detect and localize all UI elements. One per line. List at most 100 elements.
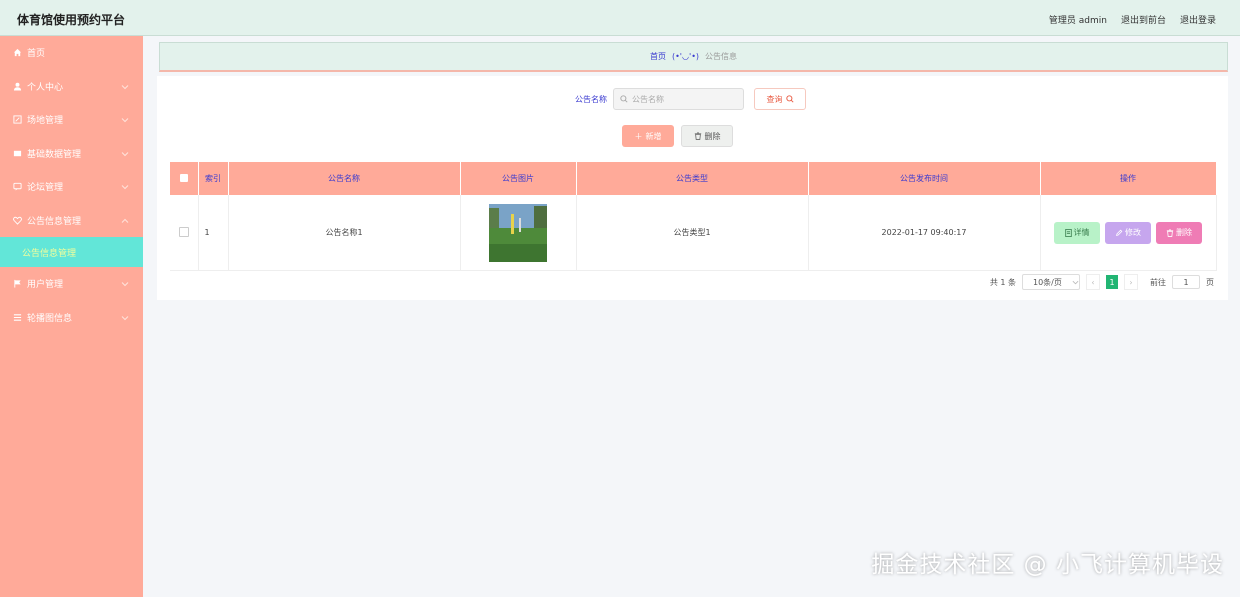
sidebar-item-label: 论坛管理 (27, 183, 64, 194)
batch-delete-label: 删除 (704, 131, 721, 141)
breadcrumb: 首页 (•'◡'•) 公告信息 (159, 42, 1228, 72)
main-content: 公告名称 公告名称 查询 ＋ 新增 删除 索引 公告名称 公告图片 公告类型 公… (157, 76, 1228, 300)
pencil-icon (1116, 229, 1123, 236)
row-actions: 详情 修改 删除 (1040, 195, 1217, 271)
column-header-actions: 操作 (1040, 162, 1217, 195)
trash-icon (694, 132, 701, 140)
trash-icon (1166, 228, 1174, 237)
flag-icon (12, 279, 22, 289)
sidebar-item-label: 个人中心 (27, 82, 64, 93)
list-icon (12, 312, 22, 322)
document-icon (1064, 228, 1072, 237)
sidebar-item-users[interactable]: 用户管理 (0, 267, 143, 301)
sidebar-subitem-notice-manage[interactable]: 公告信息管理 (0, 237, 143, 267)
row-index: 1 (198, 195, 229, 271)
search-placeholder: 公告名称 (632, 94, 664, 104)
breadcrumb-current: 公告信息 (705, 52, 738, 61)
add-button[interactable]: ＋ 新增 (622, 125, 674, 147)
pagination: 共 1 条 10条/页 ‹ 1 › 前往 1 页 (990, 274, 1214, 290)
top-bar: 体育馆使用预约平台 管理员 admin 退出到前台 退出登录 (0, 0, 1240, 36)
user-icon (12, 81, 22, 91)
column-header-name[interactable]: 公告名称 (228, 162, 461, 195)
detail-button[interactable]: 详情 (1054, 221, 1100, 244)
column-header-image[interactable]: 公告图片 (460, 162, 577, 195)
column-header-type[interactable]: 公告类型 (576, 162, 809, 195)
goto-page-input[interactable]: 1 (1172, 275, 1200, 289)
sidebar-item-notice[interactable]: 公告信息管理 (0, 204, 143, 238)
home-icon (12, 48, 22, 58)
search-icon (620, 95, 628, 103)
breadcrumb-home[interactable]: 首页 (650, 51, 666, 62)
prev-page-button[interactable]: ‹ (1086, 274, 1100, 290)
chevron-down-icon (121, 282, 129, 287)
chevron-down-icon (121, 185, 129, 190)
row-time: 2022-01-17 09:40:17 (808, 195, 1041, 271)
delete-button-label: 删除 (1176, 228, 1192, 237)
edit-button-label: 修改 (1125, 228, 1141, 237)
sidebar-item-venue[interactable]: 场地管理 (0, 103, 143, 137)
goto-label: 前往 (1150, 277, 1166, 287)
to-frontend-link[interactable]: 退出到前台 (1121, 13, 1166, 26)
row-select-cell[interactable] (170, 195, 199, 271)
search-label: 公告名称 (575, 94, 607, 104)
app-title: 体育馆使用预约平台 (17, 13, 126, 27)
venue-icon (12, 115, 22, 125)
sidebar-item-carousel[interactable]: 轮播图信息 (0, 301, 143, 335)
chevron-down-icon (121, 315, 129, 320)
select-all-checkbox[interactable] (179, 173, 188, 182)
top-actions: 管理员 admin 退出到前台 退出登录 (1049, 13, 1216, 26)
forum-icon (12, 182, 22, 192)
next-page-button[interactable]: › (1124, 274, 1138, 290)
chevron-left-icon: ‹ (1091, 277, 1095, 287)
watermark: 掘金技术社区 @ 小飞计算机毕设 (871, 552, 1224, 578)
sidebar-item-label: 轮播图信息 (27, 313, 73, 324)
sidebar-item-label: 首页 (27, 49, 46, 60)
search-icon (785, 95, 794, 103)
sidebar-item-basedata[interactable]: 基础数据管理 (0, 137, 143, 171)
chevron-down-icon (1072, 280, 1079, 284)
plus-icon: ＋ (634, 131, 643, 141)
breadcrumb-separator: (•'◡'•) (671, 52, 700, 61)
select-all-cell[interactable] (170, 162, 199, 195)
search-input[interactable]: 公告名称 (613, 88, 744, 110)
chevron-down-icon (121, 118, 129, 123)
sidebar-item-label: 基础数据管理 (27, 149, 82, 160)
page-size-value: 10条/页 (1033, 277, 1062, 287)
sidebar-item-label: 用户管理 (27, 280, 64, 291)
column-header-index[interactable]: 索引 (198, 162, 229, 195)
row-image-cell (460, 195, 577, 271)
sidebar-item-profile[interactable]: 个人中心 (0, 70, 143, 104)
chevron-right-icon: › (1129, 277, 1133, 287)
sidebar-item-label: 场地管理 (27, 116, 64, 127)
column-header-time[interactable]: 公告发布时间 (808, 162, 1041, 195)
logout-link[interactable]: 退出登录 (1180, 13, 1216, 26)
edit-button[interactable]: 修改 (1105, 221, 1151, 244)
database-icon (12, 148, 22, 158)
notice-table: 索引 公告名称 公告图片 公告类型 公告发布时间 操作 1 公告名称1 公告类型… (170, 162, 1217, 271)
pager-total: 共 1 条 (989, 277, 1016, 287)
action-buttons: ＋ 新增 删除 (622, 125, 733, 147)
search-button[interactable]: 查询 (754, 88, 806, 110)
user-label: 管理员 admin (1048, 16, 1107, 26)
search-button-label: 查询 (766, 94, 783, 104)
row-type: 公告类型1 (576, 195, 809, 271)
row-name: 公告名称1 (228, 195, 461, 271)
chevron-up-icon (121, 218, 129, 223)
table-row: 1 公告名称1 公告类型1 2022-01-17 09:40:17 详情 修改 … (170, 195, 1217, 271)
chevron-down-icon (121, 151, 129, 156)
notice-image[interactable] (489, 203, 547, 262)
add-button-label: 新增 (645, 131, 662, 141)
sidebar: 首页 个人中心 场地管理 基础数据管理 论坛管理 公告信息管理 公告信息管理 用… (0, 36, 143, 597)
chevron-down-icon (121, 84, 129, 89)
batch-delete-button[interactable]: 删除 (681, 125, 733, 147)
page-size-select[interactable]: 10条/页 (1022, 274, 1080, 290)
table-header-row: 索引 公告名称 公告图片 公告类型 公告发布时间 操作 (170, 162, 1217, 195)
delete-button[interactable]: 删除 (1156, 221, 1202, 244)
heart-icon (12, 215, 22, 225)
sidebar-item-home[interactable]: 首页 (0, 36, 143, 70)
sidebar-item-forum[interactable]: 论坛管理 (0, 170, 143, 204)
page-unit-label: 页 (1206, 277, 1214, 287)
search-row: 公告名称 公告名称 查询 (575, 88, 806, 110)
page-number-current[interactable]: 1 (1106, 275, 1118, 289)
row-checkbox[interactable] (178, 226, 189, 237)
